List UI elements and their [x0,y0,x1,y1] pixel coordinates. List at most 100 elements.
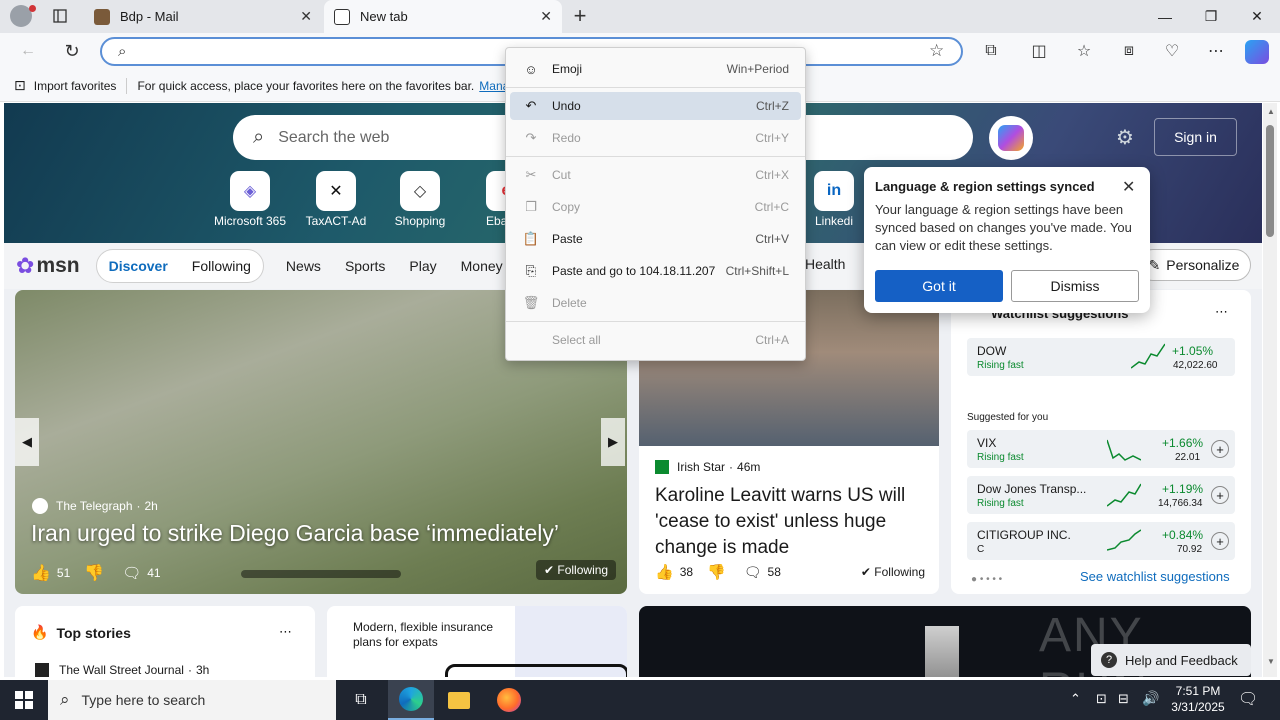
new-tab-button[interactable]: + [566,2,594,30]
like-icon[interactable]: 👍 [31,563,51,583]
scrollbar-thumb[interactable] [1266,125,1274,237]
help-feedback-button[interactable]: ? Help and Feedback [1091,644,1251,676]
stock-value: 22.01 [1175,452,1201,463]
add-to-watchlist-icon[interactable]: + [1211,486,1229,504]
carousel-prev-icon[interactable]: ◀ [15,418,39,466]
quick-link[interactable]: ◈ Microsoft 365 [210,171,290,228]
extensions-icon[interactable]: ⧉ [977,37,1005,65]
add-to-watchlist-icon[interactable]: + [1211,440,1229,458]
back-icon[interactable]: ← [14,37,42,65]
volume-icon[interactable]: 🔊 [1142,690,1159,707]
scroll-down-icon[interactable]: ▼ [1267,657,1275,666]
close-window-icon[interactable]: ✕ [1234,0,1280,33]
quick-link-label: Linkedi [814,214,854,228]
import-favorites-link[interactable]: Import favorites [34,79,117,93]
ad-card[interactable]: Modern, flexible insurance plans for exp… [327,606,627,677]
stock-row[interactable]: CITIGROUP INC. C +0.84% 70.92 + [967,522,1235,560]
copilot-icon[interactable] [1245,40,1269,64]
menu-item-emoji[interactable]: ☺ Emoji Win+Period [510,55,801,83]
msn-wordmark: msn [36,254,80,277]
tab-discover[interactable]: Discover [109,258,168,274]
story-headline[interactable]: Iran urged to strike Diego Garcia base ‘… [31,520,621,547]
carousel-dots[interactable] [241,570,401,578]
close-tab-icon[interactable]: ✕ [540,8,552,25]
page-scrollbar[interactable]: ▲ ▼ [1263,103,1277,677]
quick-link[interactable]: ✕ TaxACT-Ad [296,171,376,228]
stock-row[interactable]: DOW Rising fast +1.05% 42,022.60 [967,338,1235,376]
watchlist-pager-dots[interactable]: ● • • • • [971,574,1002,585]
see-watchlist-link[interactable]: See watchlist suggestions [1080,569,1230,584]
network-icon[interactable]: ⊟ [1118,691,1129,707]
collections-icon[interactable]: ⧈ [1115,37,1143,65]
edge-taskbar-icon[interactable] [388,680,434,720]
menu-item-undo[interactable]: ↶ Undo Ctrl+Z [510,92,801,120]
copilot-button[interactable] [989,116,1033,160]
tray-app-icon[interactable]: ⊡ [1096,691,1107,707]
taskbar-search[interactable]: ⌕ Type here to search [48,680,336,720]
scroll-up-icon[interactable]: ▲ [1267,107,1275,116]
tab-following[interactable]: Following [192,258,251,274]
file-explorer-icon[interactable] [436,680,482,720]
stock-row[interactable]: VIX Rising fast +1.66% 22.01 + [967,430,1235,468]
notifications-icon[interactable]: 🗨 [1238,689,1258,709]
news-image-card[interactable]: ANY RUN ? Help and Feedback [639,606,1251,677]
copilot-icon [998,125,1024,151]
comment-count: 58 [767,565,781,579]
browser-essentials-icon[interactable]: ♡ [1158,37,1186,65]
nav-sports[interactable]: Sports [345,258,385,274]
minimize-icon[interactable]: — [1142,0,1188,33]
menu-item-label: Select all [552,333,601,347]
dismiss-button[interactable]: Dismiss [1011,270,1139,302]
menu-item-paste[interactable]: 📋 Paste Ctrl+V [510,225,801,253]
personalize-button[interactable]: ✎ Personalize [1137,249,1251,281]
close-tab-icon[interactable]: ✕ [300,8,312,25]
start-button[interactable] [0,680,48,720]
quick-link[interactable]: eEbay [464,171,508,228]
menu-item-shortcut: Ctrl+Y [755,131,789,145]
favorites-icon[interactable]: ☆ [1070,37,1098,65]
dislike-icon[interactable]: 👎 [707,563,726,581]
got-it-button[interactable]: Got it [875,270,1003,302]
split-screen-icon[interactable]: ◫ [1025,37,1053,65]
story-headline[interactable]: Karoline Leavitt warns US will 'cease to… [655,483,930,561]
tab-mail[interactable]: Bdp - Mail ✕ [84,0,322,33]
nav-play[interactable]: Play [409,258,436,274]
quick-link-label: Microsoft 365 [213,214,287,228]
nav-health[interactable]: Health [805,256,845,272]
tab-actions-icon[interactable] [46,2,74,30]
add-favorite-icon[interactable]: ☆ [929,41,944,61]
refresh-icon[interactable]: ↻ [58,37,86,65]
more-menu-icon[interactable]: ⋯ [1202,37,1230,65]
edge-logo-icon [399,687,423,711]
quick-link[interactable]: ◇ Shopping [380,171,460,228]
menu-item-shortcut: Ctrl+X [755,168,789,182]
task-view-icon[interactable]: ⧉ [338,680,384,720]
watchlist-card: Watchlist suggestions ⋯ DOW Rising fast … [951,290,1251,594]
nav-news[interactable]: News [286,258,321,274]
comment-icon[interactable]: 🗨 [744,564,762,581]
following-badge[interactable]: ✔ Following [861,565,925,579]
stock-row[interactable]: Dow Jones Transp... Rising fast +1.19% 1… [967,476,1235,514]
sign-in-button[interactable]: Sign in [1154,118,1237,156]
restore-icon[interactable]: ❐ [1188,0,1234,33]
comment-icon[interactable]: 🗨 [122,564,141,582]
undo-icon: ↶ [525,98,537,113]
add-to-watchlist-icon[interactable]: + [1211,532,1229,550]
nav-money[interactable]: Money [461,258,503,274]
following-badge[interactable]: ✔ Following [536,560,617,580]
more-options-icon[interactable]: ⋯ [1215,304,1228,320]
firefox-icon[interactable] [486,680,532,720]
tab-new-tab[interactable]: New tab ✕ [324,0,562,33]
menu-item-paste-and-go[interactable]: ⎘ Paste and go to 104.18.11.207 Ctrl+Shift… [510,257,801,285]
help-icon: ? [1101,652,1117,668]
quick-link[interactable]: in Linkedi [804,171,864,228]
close-icon[interactable]: ✕ [1122,177,1135,197]
clock[interactable]: 7:51 PM 3/31/2025 [1168,683,1228,715]
like-icon[interactable]: 👍 [655,563,674,581]
more-options-icon[interactable]: ⋯ [279,624,292,640]
msn-logo[interactable]: ✿ msn [16,253,80,279]
tray-overflow-icon[interactable]: ⌃ [1070,691,1081,707]
dislike-icon[interactable]: 👎 [84,563,104,583]
settings-gear-icon[interactable]: ⚙ [1116,125,1134,150]
carousel-next-icon[interactable]: ▶ [601,418,625,466]
